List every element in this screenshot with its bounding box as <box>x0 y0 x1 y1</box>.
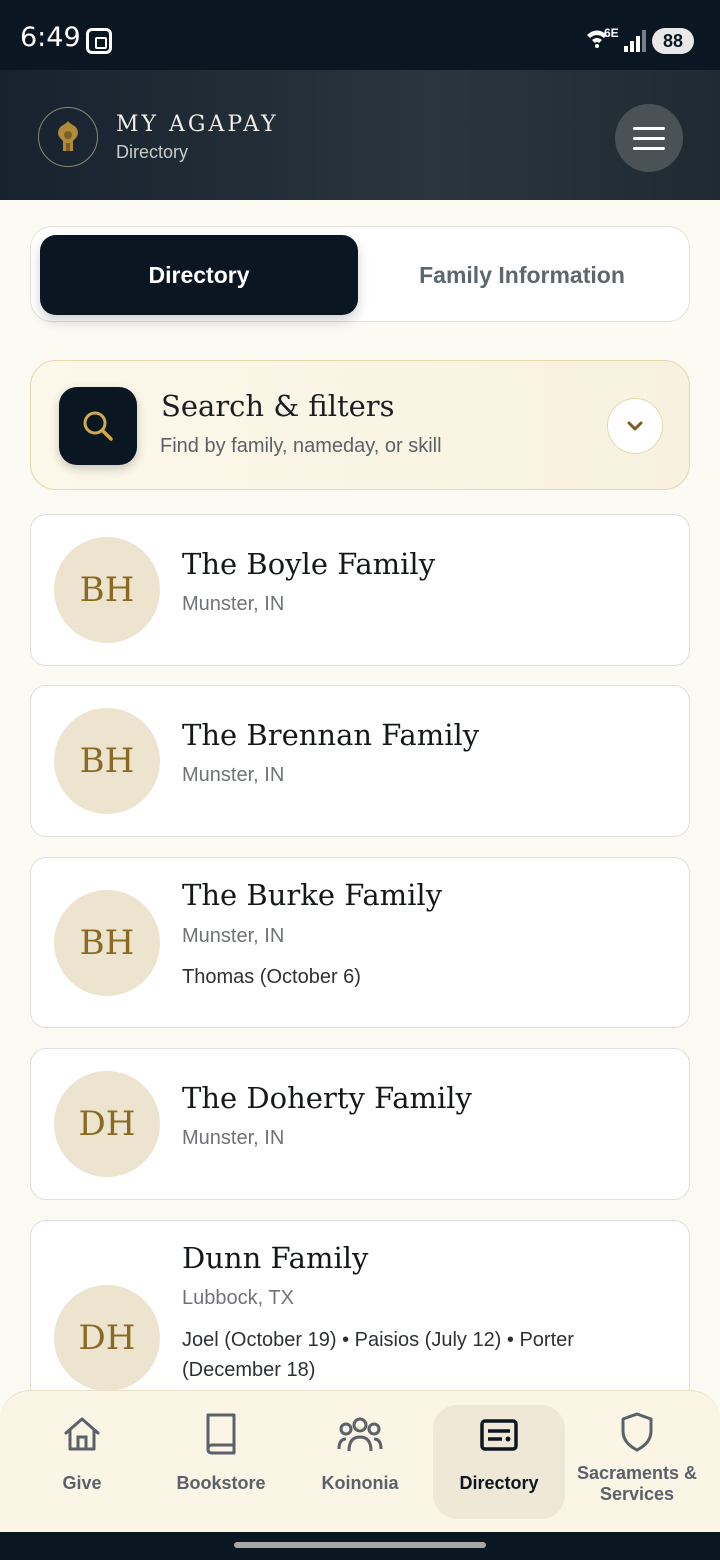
logo-icon <box>38 107 98 167</box>
directory-icon <box>478 1405 520 1455</box>
battery-indicator: 88 <box>652 28 694 54</box>
family-card[interactable]: BH The Boyle Family Munster, IN <box>30 514 690 666</box>
family-card[interactable]: BH The Brennan Family Munster, IN <box>30 685 690 837</box>
avatar: BH <box>54 890 160 996</box>
nav-label: Koinonia <box>321 1473 399 1493</box>
expand-filters-button[interactable] <box>607 398 663 454</box>
nav-directory[interactable]: Directory <box>433 1405 565 1519</box>
family-namedays: Joel (October 19) • Paisios (July 12) • … <box>182 1329 574 1381</box>
family-name: The Doherty Family <box>182 1081 472 1115</box>
search-subtitle: Find by family, nameday, or skill <box>160 435 442 457</box>
family-namedays: Thomas (October 6) <box>182 966 361 988</box>
book-icon <box>200 1405 242 1455</box>
nav-give[interactable]: Give <box>15 1405 149 1519</box>
tab-bar: Directory Family Information <box>30 226 690 322</box>
status-time: 6:49 <box>20 22 81 53</box>
avatar: BH <box>54 537 160 643</box>
menu-button[interactable] <box>615 104 683 172</box>
nav-bookstore[interactable]: Bookstore <box>154 1405 288 1519</box>
search-title: Search & filters <box>161 389 395 423</box>
avatar: DH <box>54 1285 160 1391</box>
family-location: Munster, IN <box>182 1127 285 1149</box>
app-header: MY AGAPAY Directory <box>0 70 720 200</box>
gesture-handle[interactable] <box>234 1542 486 1548</box>
search-icon <box>59 387 137 465</box>
nav-label: Sacraments & Services <box>576 1463 698 1504</box>
family-location: Munster, IN <box>182 764 285 786</box>
tab-family-information[interactable]: Family Information <box>361 235 683 315</box>
family-name: The Brennan Family <box>182 718 480 752</box>
avatar: DH <box>54 1071 160 1177</box>
nav-label: Give <box>62 1473 102 1493</box>
nav-label: Directory <box>459 1473 539 1493</box>
people-icon <box>337 1405 383 1455</box>
signal-icon <box>624 30 648 52</box>
family-location: Munster, IN <box>182 593 285 615</box>
tab-directory[interactable]: Directory <box>40 235 358 315</box>
avatar: BH <box>54 708 160 814</box>
family-card[interactable]: DH The Doherty Family Munster, IN <box>30 1048 690 1200</box>
family-location: Lubbock, TX <box>182 1287 294 1309</box>
chevron-down-icon <box>627 421 643 431</box>
page-subtitle: Directory <box>116 142 189 162</box>
family-name: The Burke Family <box>182 878 443 912</box>
network-type: 6E <box>604 26 619 40</box>
family-name: Dunn Family <box>182 1241 369 1275</box>
nav-koinonia[interactable]: Koinonia <box>293 1405 427 1519</box>
nav-sacraments-services[interactable]: Sacraments & Services <box>570 1409 704 1523</box>
search-filters-panel[interactable]: Search & filters Find by family, nameday… <box>30 360 690 490</box>
bottom-navigation: Give Bookstore Koinonia Directory Sacram… <box>0 1390 720 1532</box>
hamburger-icon <box>633 126 665 130</box>
family-location: Munster, IN <box>182 925 285 947</box>
family-name: The Boyle Family <box>182 547 436 581</box>
shield-icon <box>619 1409 655 1453</box>
home-icon <box>61 1405 103 1455</box>
app-title: MY AGAPAY <box>116 112 279 137</box>
status-bar: 6:49 6E 88 <box>0 0 720 70</box>
nav-label: Bookstore <box>176 1473 266 1493</box>
screenshot-icon <box>86 28 112 54</box>
family-card[interactable]: BH The Burke Family Munster, IN Thomas (… <box>30 857 690 1028</box>
